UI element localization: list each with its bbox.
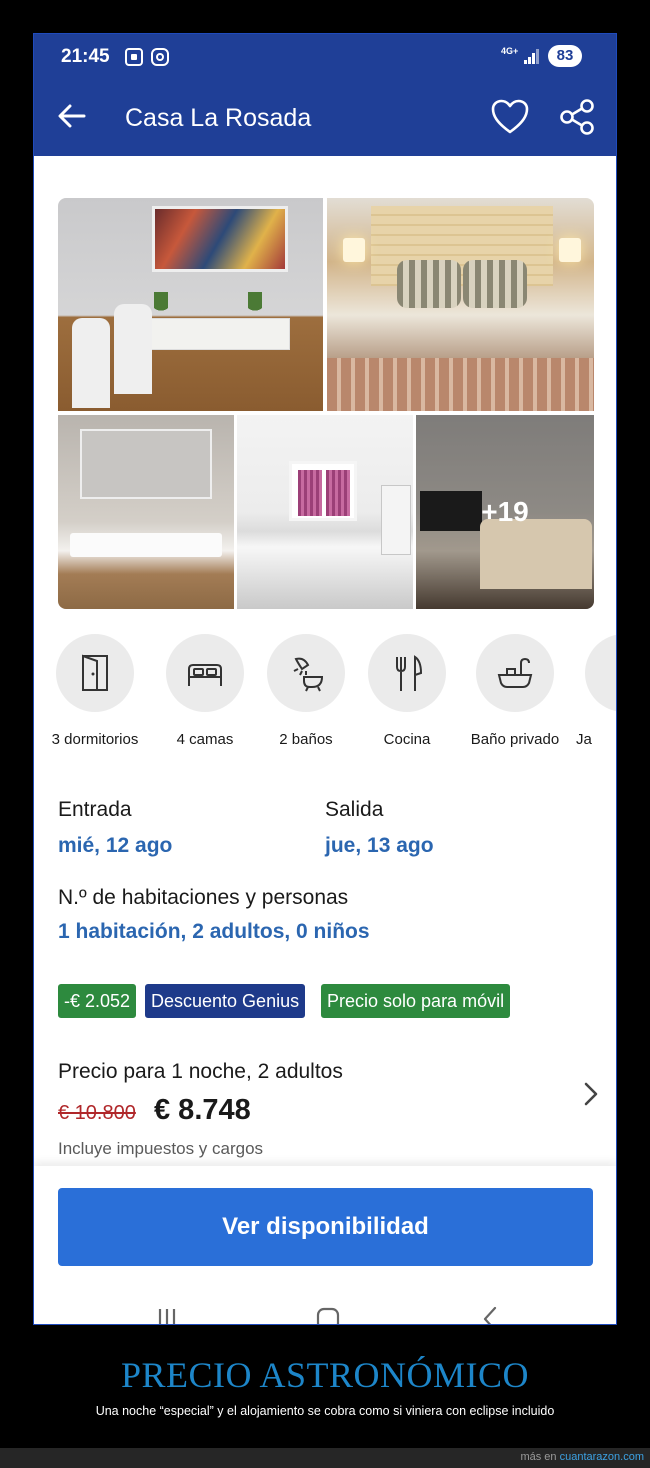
amenity-bedrooms: 3 dormitorios (35, 634, 155, 748)
curtain (298, 470, 322, 516)
signal-icon (524, 48, 540, 64)
partial-icon (604, 653, 617, 693)
caption-title: PRECIO ASTRONÓMICO (120, 1355, 530, 1395)
more-photos-count[interactable]: +19 (416, 415, 594, 609)
plant (154, 292, 168, 318)
battery-badge: 83 (548, 45, 582, 67)
checkin-date[interactable]: mié, 12 ago (58, 834, 172, 858)
share-icon[interactable] (558, 98, 596, 136)
screenshot-icon (125, 48, 143, 66)
amenity-label: 3 dormitorios (51, 731, 139, 748)
back-nav-icon[interactable] (476, 1304, 506, 1325)
footer-link[interactable]: cuantarazon.com (560, 1451, 644, 1463)
see-availability-button[interactable]: Ver disponibilidad (58, 1188, 593, 1266)
heart-icon[interactable] (490, 98, 530, 136)
shower-icon (293, 657, 324, 692)
window (289, 461, 357, 521)
property-content: +19 3 dormitorios 4 camas 2 baños Cocina… (34, 156, 616, 1325)
amenities-row: 3 dormitorios 4 camas 2 baños Cocina Bañ… (34, 634, 616, 754)
chair (114, 304, 152, 394)
checkin-label: Entrada (58, 798, 132, 821)
amenity-icon-circle (267, 634, 345, 712)
amenity-icon-circle (476, 634, 554, 712)
sink (70, 533, 222, 557)
original-price: € 10.800 (58, 1102, 136, 1124)
network-indicator: 4G+ (501, 46, 519, 56)
door-icon (82, 654, 108, 691)
pillow (463, 260, 527, 308)
sideboard (140, 318, 290, 350)
checkout-label: Salida (325, 798, 384, 821)
amenity-label: Ja (576, 731, 592, 748)
pillow (397, 260, 461, 308)
meme-caption: PRECIO ASTRONÓMICO Una noche “especial” … (0, 1354, 650, 1418)
plant (248, 292, 262, 318)
amenity-icon-circle (166, 634, 244, 712)
checkout-date[interactable]: jue, 13 ago (325, 834, 434, 858)
discounted-price: € 8.748 (154, 1094, 251, 1126)
chevron-right-icon[interactable] (580, 1078, 602, 1110)
amenity-label: Cocina (383, 731, 431, 748)
instagram-icon (151, 48, 169, 66)
bottom-action-panel: Ver disponibilidad (34, 1166, 616, 1290)
rooms-guests-label: N.º de habitaciones y personas (58, 886, 349, 909)
amenity-icon-circle (56, 634, 134, 712)
bed-icon (188, 664, 222, 686)
checkout-block[interactable]: Salida jue, 13 ago (325, 798, 434, 858)
curtain (326, 470, 350, 516)
lamp (343, 238, 365, 262)
photo-dining-room[interactable] (58, 198, 323, 411)
site-footer: más en cuantarazon.com (0, 1448, 650, 1468)
mobile-price-badge: Precio solo para móvil (321, 984, 511, 1018)
rooms-guests-value[interactable]: 1 habitación, 2 adultos, 0 niños (58, 920, 370, 944)
amenity-kitchen: Cocina (347, 634, 467, 748)
photo-gallery[interactable]: +19 (58, 198, 594, 609)
caption-subtitle: Una noche “especial” y el alojamiento se… (95, 1404, 555, 1418)
painting (152, 206, 288, 272)
amenity-icon-circle (585, 634, 617, 712)
amenity-private-bath: Baño privado (455, 634, 575, 748)
amenity-partial: Ja (564, 634, 617, 748)
photo-bedroom[interactable] (327, 198, 594, 411)
mirror (80, 429, 212, 499)
home-icon[interactable] (313, 1304, 343, 1325)
amenity-icon-circle (368, 634, 446, 712)
bathtub-icon (497, 657, 533, 688)
system-nav-bar (34, 1290, 616, 1325)
photo-kitchen[interactable] (237, 415, 413, 609)
bed-throw (327, 358, 594, 411)
price-description: Precio para 1 noche, 2 adultos (58, 1060, 343, 1083)
status-bar: 21:45 4G+ 83 (34, 34, 616, 80)
checkin-block[interactable]: Entrada mié, 12 ago (58, 798, 172, 858)
lamp (559, 238, 581, 262)
oven (381, 485, 411, 555)
amenity-label: Baño privado (470, 731, 560, 748)
discount-badge: -€ 2.052 (58, 984, 137, 1018)
property-title: Casa La Rosada (125, 104, 312, 132)
price-note: Incluye impuestos y cargos (58, 1139, 264, 1158)
cutlery-icon (396, 655, 423, 691)
footer-text: más en cuantarazon.com (520, 1451, 644, 1463)
app-bar: Casa La Rosada (34, 80, 616, 156)
footer-prefix: más en (520, 1451, 557, 1463)
rooms-guests[interactable]: N.º de habitaciones y personas 1 habitac… (58, 886, 370, 944)
back-arrow-icon[interactable] (56, 100, 88, 132)
photo-bathroom[interactable] (58, 415, 234, 609)
chair (72, 318, 110, 408)
recent-apps-icon[interactable] (152, 1304, 182, 1325)
phone-screen: 21:45 4G+ 83 Casa La Rosada +19 3 dormit… (33, 33, 617, 1325)
genius-badge: Descuento Genius (145, 984, 306, 1018)
status-time: 21:45 (61, 46, 110, 67)
